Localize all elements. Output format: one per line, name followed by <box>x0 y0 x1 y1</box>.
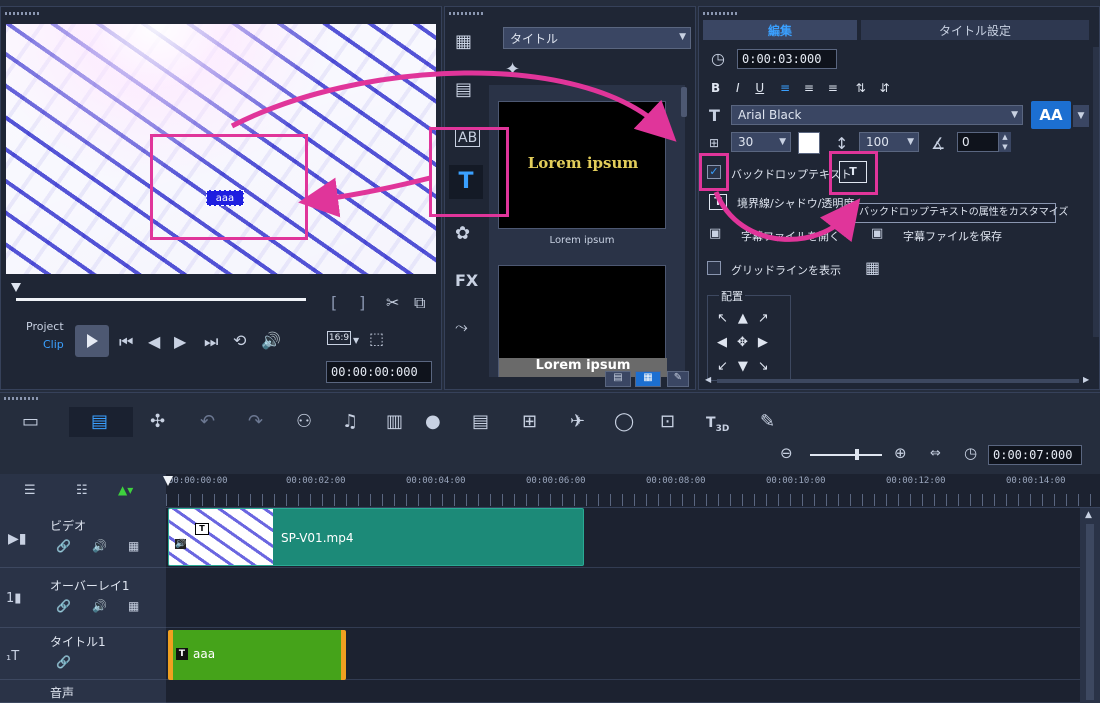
mask-creator-icon[interactable]: ◯ <box>614 413 634 431</box>
video-clip[interactable]: 🔊 T SP-V01.mp4 <box>168 508 584 566</box>
timeline-view-button[interactable]: ▤ <box>69 407 133 437</box>
color-correction-icon[interactable]: ● <box>425 413 441 431</box>
clip-audio-icon: 🔊 <box>175 539 187 549</box>
zoom-in-icon[interactable]: ⊕ <box>894 446 907 461</box>
ripple-video-icon[interactable]: ▦ <box>128 540 139 552</box>
track-header-audio: 音声 <box>0 680 166 703</box>
score-fit-icon[interactable]: ✎ <box>760 413 775 431</box>
title-clip[interactable]: T aaa <box>168 630 346 680</box>
auto-music-icon[interactable]: ▥ <box>386 413 403 431</box>
multi-camera-icon[interactable]: ⊞ <box>522 413 537 431</box>
timeline-ruler[interactable]: 00:00:00:00 00:00:02:00 00:00:04:00 00:0… <box>163 474 1100 508</box>
zoom-controls: ⊖ ⊕ ⇔ ◷ 0:00:07:000 <box>780 444 1100 466</box>
video-track-icon: ▶▮ <box>8 531 27 547</box>
link-icon[interactable]: 🔗 <box>56 540 71 552</box>
scroll-up-icon[interactable]: ▲ <box>1085 510 1092 520</box>
track-audio[interactable] <box>166 680 1080 703</box>
ripple-overlay-icon[interactable]: ▦ <box>128 600 139 612</box>
video-clip-thumbnail <box>169 509 273 565</box>
overlay-track-label[interactable]: オーバーレイ1 <box>50 577 130 594</box>
track-header-overlay: 1▮ オーバーレイ1 🔗 🔊 ▦ <box>0 568 166 628</box>
clip-backdrop-icon: T <box>195 523 209 535</box>
ripple-edit-icon[interactable]: ▲▾ <box>118 484 133 496</box>
timeline-grip[interactable] <box>4 397 40 400</box>
track-header-video: ▶▮ ビデオ 🔗 🔊 ▦ <box>0 508 166 568</box>
timeline-clock-icon: ◷ <box>964 444 978 462</box>
audio-mixer-icon[interactable]: ♫ <box>342 413 358 431</box>
ruler-ticks <box>166 494 1100 506</box>
ruler-label: 00:00:12:00 <box>886 476 946 486</box>
mute-overlay-icon[interactable]: 🔊 <box>92 600 107 612</box>
ruler-label: 00:00:08:00 <box>646 476 706 486</box>
video-track-label[interactable]: ビデオ <box>50 517 86 534</box>
overlay-track-icon: 1▮ <box>6 591 22 606</box>
arrow-library-to-options <box>230 70 677 142</box>
3d-title-icon[interactable]: T3D <box>706 415 729 434</box>
track-video[interactable]: 🔊 T SP-V01.mp4 <box>166 508 1080 568</box>
ruler-label: 00:00:10:00 <box>766 476 826 486</box>
mute-video-icon[interactable]: 🔊 <box>92 540 107 552</box>
timeline-toolbar: ▭ ▤ ✣ ↶ ↷ ⚇ ♫ ▥ ● ▤ ⊞ ✈ ◯ ⊡ T3D ✎ <box>0 406 1100 438</box>
undo-icon[interactable]: ↶ <box>200 413 215 431</box>
timeline-timecode[interactable]: 0:00:07:000 <box>988 445 1082 465</box>
record-capture-icon[interactable]: ⚇ <box>296 413 312 431</box>
redo-icon[interactable]: ↷ <box>248 413 263 431</box>
track-title[interactable]: T aaa <box>166 628 1080 680</box>
track-overlay[interactable] <box>166 568 1080 628</box>
audio-track-label[interactable]: 音声 <box>50 684 74 701</box>
zoom-out-icon[interactable]: ⊖ <box>780 446 793 461</box>
ruler-label: 00:00:14:00 <box>1006 476 1066 486</box>
zoom-slider-thumb[interactable] <box>855 449 859 460</box>
ruler-label: 00:00:00:00 <box>168 476 228 486</box>
track-manager-icon[interactable]: ☰ <box>24 484 36 497</box>
timeline-vscrollbar[interactable]: ▲ <box>1080 508 1100 703</box>
pan-zoom-icon[interactable]: ⊡ <box>660 413 675 431</box>
title-clip-t-icon: T <box>176 648 188 660</box>
arrow-checkbox-to-icon <box>713 191 861 243</box>
link-icon[interactable]: 🔗 <box>56 600 71 612</box>
tools-icon[interactable]: ✣ <box>150 413 165 431</box>
motion-tracking-icon[interactable]: ✈ <box>570 413 585 431</box>
scroll-thumb[interactable] <box>1086 524 1094 700</box>
subtitle-editor-icon[interactable]: ▤ <box>472 413 489 431</box>
video-clip-name: SP-V01.mp4 <box>281 531 354 545</box>
timeline-playhead[interactable] <box>163 476 173 486</box>
title-track-label[interactable]: タイトル1 <box>50 633 106 650</box>
track-header-toolbar: ☰ ☷ ▲▾ <box>0 474 166 508</box>
title-track-icon: ₁T <box>6 649 20 664</box>
add-chapter-icon[interactable]: ☷ <box>76 484 88 497</box>
ruler-label: 00:00:02:00 <box>286 476 346 486</box>
zoom-slider[interactable] <box>810 454 882 456</box>
ruler-label: 00:00:04:00 <box>406 476 466 486</box>
timeline-view-icon: ▤ <box>91 411 109 432</box>
ruler-label: 00:00:06:00 <box>526 476 586 486</box>
annotation-arrows <box>230 70 861 243</box>
arrow-title-to-preview <box>298 175 431 218</box>
link-icon[interactable]: 🔗 <box>56 656 71 668</box>
fit-project-icon[interactable]: ⇔ <box>930 447 941 460</box>
title-clip-name: aaa <box>193 647 216 661</box>
storyboard-view-icon[interactable]: ▭ <box>22 413 39 431</box>
track-header-title: ₁T タイトル1 🔗 <box>0 628 166 680</box>
